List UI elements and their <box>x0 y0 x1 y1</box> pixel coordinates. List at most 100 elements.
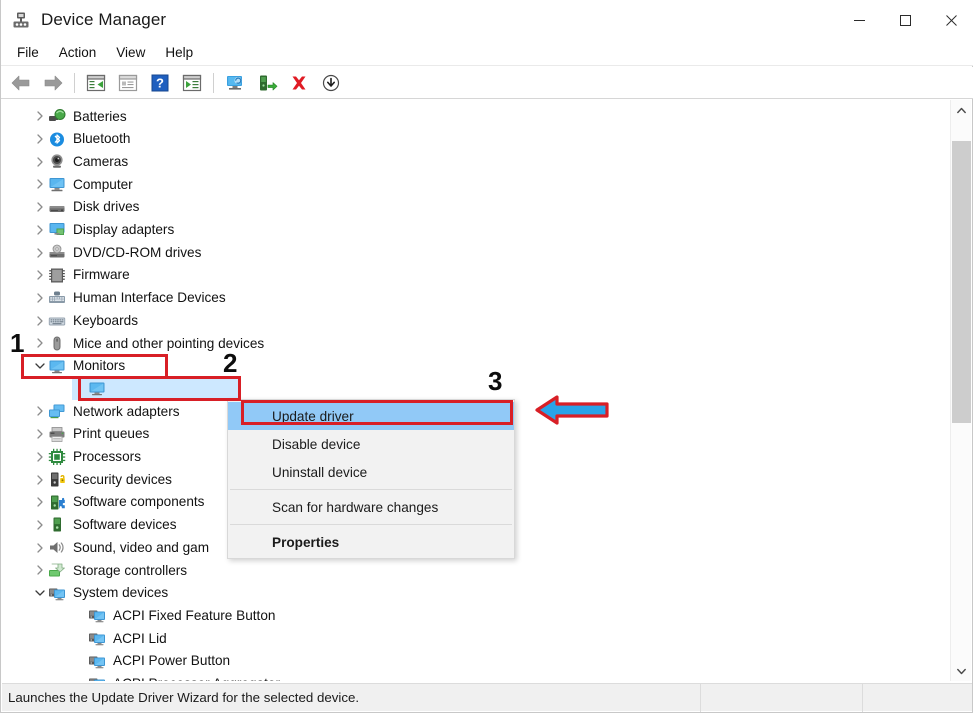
show-hide-console-tree-button[interactable] <box>81 69 111 97</box>
security-device-icon <box>48 471 66 488</box>
help-button[interactable]: ? <box>145 69 175 97</box>
chevron-right-icon[interactable] <box>32 176 48 192</box>
tree-item[interactable]: Firmware <box>32 264 130 287</box>
mouse-icon <box>48 335 66 352</box>
scan-for-hardware-changes-button[interactable] <box>220 69 250 97</box>
tree-item[interactable]: Batteries <box>32 105 127 128</box>
context-menu-item[interactable]: Scan for hardware changes <box>228 493 514 521</box>
tree-item[interactable]: Sound, video and gam <box>32 536 209 559</box>
tree-item[interactable]: DVD/CD-ROM drives <box>32 241 201 264</box>
chevron-right-icon[interactable] <box>32 403 48 419</box>
context-menu-item[interactable]: Disable device <box>228 430 514 458</box>
system-device-icon <box>88 653 106 670</box>
tree-item-label: Keyboards <box>73 312 138 328</box>
monitor-icon <box>48 358 66 375</box>
chevron-right-icon[interactable] <box>32 267 48 283</box>
menu-help[interactable]: Help <box>155 42 203 63</box>
tree-item-label: Storage controllers <box>73 562 188 578</box>
chevron-right-icon[interactable] <box>32 154 48 170</box>
minimize-button[interactable] <box>836 0 882 40</box>
tree-item-label: Sound, video and gam <box>73 539 210 555</box>
tree-item-label: DVD/CD-ROM drives <box>73 244 202 260</box>
annotation-number-2: 2 <box>223 348 238 378</box>
tree-item[interactable]: ACPI Fixed Feature Button <box>72 604 275 627</box>
context-menu-item[interactable]: Uninstall device <box>228 458 514 486</box>
chevron-right-icon[interactable] <box>32 290 48 306</box>
context-menu-item[interactable]: Properties <box>228 528 514 556</box>
toolbar: ? <box>1 67 973 99</box>
device-manager-icon <box>11 10 31 30</box>
vertical-scrollbar[interactable] <box>950 100 971 681</box>
tree-item[interactable]: Disk drives <box>32 196 139 219</box>
chevron-right-icon[interactable] <box>32 131 48 147</box>
annotation-number-3: 3 <box>488 366 503 396</box>
scrollbar-thumb[interactable] <box>952 141 971 423</box>
tree-item[interactable]: Security devices <box>32 468 172 491</box>
tree-item[interactable]: Network adapters <box>32 400 180 423</box>
chevron-right-icon[interactable] <box>32 494 48 510</box>
tree-item[interactable]: Monitors <box>32 355 125 378</box>
chevron-right-icon[interactable] <box>32 472 48 488</box>
firmware-icon <box>48 267 66 284</box>
chevron-right-icon[interactable] <box>32 426 48 442</box>
tree-item[interactable]: Storage controllers <box>32 559 187 582</box>
tree-item[interactable]: Software devices <box>32 514 177 537</box>
uninstall-device-button[interactable] <box>284 69 314 97</box>
device-tree[interactable]: Batteries Bluetooth Cameras Computer Disk dr… <box>2 100 952 681</box>
update-driver-button[interactable] <box>252 69 282 97</box>
back-button[interactable] <box>6 69 36 97</box>
tree-item[interactable]: Keyboards <box>32 309 138 332</box>
processor-icon <box>48 448 66 466</box>
chevron-right-icon[interactable] <box>32 562 48 578</box>
context-menu-separator <box>230 489 512 490</box>
tree-item[interactable]: Cameras <box>32 150 128 173</box>
tree-item[interactable]: ACPI Power Button <box>72 650 230 673</box>
menu-action[interactable]: Action <box>49 42 107 63</box>
context-menu-item[interactable]: Update driver <box>228 402 514 430</box>
chevron-right-icon[interactable] <box>32 245 48 261</box>
tree-item[interactable]: Processors <box>32 446 141 469</box>
tree-item-label: Cameras <box>73 153 129 169</box>
tree-item[interactable]: ACPI Lid <box>72 627 167 650</box>
tree-item[interactable]: Software components <box>32 491 204 514</box>
status-panel-2 <box>701 683 863 712</box>
tree-item[interactable]: System devices <box>32 582 168 605</box>
chevron-right-icon[interactable] <box>32 313 48 329</box>
chevron-right-icon[interactable] <box>32 449 48 465</box>
forward-button[interactable] <box>38 69 68 97</box>
annotation-arrow-icon <box>533 390 611 435</box>
chevron-down-icon[interactable] <box>32 358 48 374</box>
menu-view[interactable]: View <box>106 42 155 63</box>
chevron-right-icon[interactable] <box>32 108 48 124</box>
scroll-down-arrow-icon[interactable] <box>951 661 972 681</box>
tree-item[interactable]: Computer <box>32 173 133 196</box>
properties-button[interactable] <box>113 69 143 97</box>
chevron-right-icon[interactable] <box>32 517 48 533</box>
tree-item[interactable]: Print queues <box>32 423 149 446</box>
menu-file[interactable]: File <box>7 42 49 63</box>
scroll-up-arrow-icon[interactable] <box>951 100 972 120</box>
close-button[interactable] <box>928 0 973 40</box>
disable-device-button[interactable] <box>316 69 346 97</box>
tree-item[interactable]: ACPI Processor Aggregator <box>72 673 280 681</box>
toolbar-separator <box>213 72 214 93</box>
chevron-right-icon[interactable] <box>32 199 48 215</box>
system-device-icon <box>48 585 66 602</box>
tree-item[interactable]: Human Interface Devices <box>32 287 226 310</box>
chevron-right-icon[interactable] <box>32 335 48 351</box>
chevron-down-icon[interactable] <box>32 585 48 601</box>
tree-item-label: Security devices <box>73 471 172 487</box>
chevron-right-icon[interactable] <box>32 540 48 556</box>
printer-icon <box>48 426 66 443</box>
context-menu[interactable]: Update driver Disable device Uninstall dev… <box>227 399 515 559</box>
tree-item-label: Computer <box>73 176 133 192</box>
tree-item[interactable]: Display adapters <box>32 219 174 242</box>
tree-item[interactable]: Generic PnP Monitor <box>72 377 240 401</box>
maximize-button[interactable] <box>882 0 928 40</box>
tree-item-label: Network adapters <box>73 403 180 419</box>
show-hide-action-pane-button[interactable] <box>177 69 207 97</box>
tree-item[interactable]: Bluetooth <box>32 128 130 151</box>
chevron-right-icon[interactable] <box>32 222 48 238</box>
